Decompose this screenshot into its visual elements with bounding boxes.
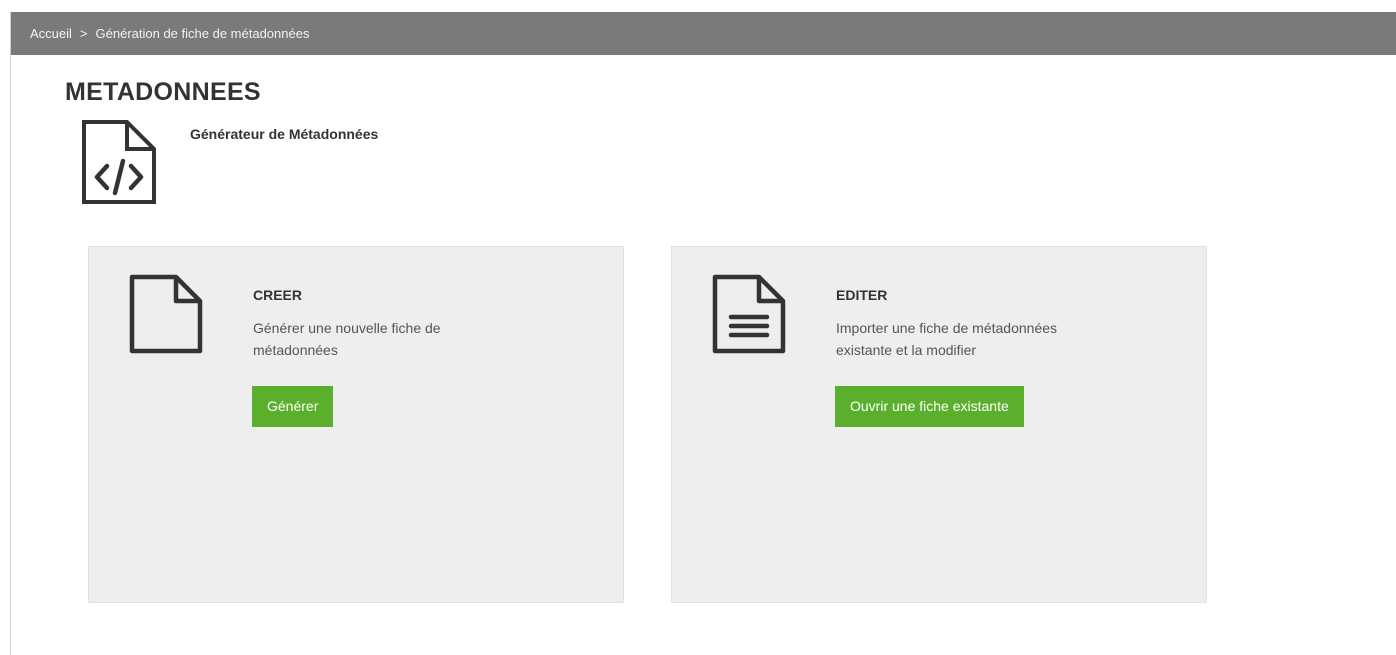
code-file-icon	[82, 120, 156, 204]
page-title: METADONNEES	[65, 78, 261, 106]
create-card-title: CREER	[253, 287, 303, 303]
edit-card-description: Importer une fiche de métadonnées exista…	[836, 320, 1058, 358]
edit-card-title: EDITER	[836, 287, 888, 303]
text-file-icon	[712, 274, 786, 354]
edit-card: EDITER Importer une fiche de métadonnées…	[671, 246, 1207, 603]
breadcrumb: Accueil > Génération de fiche de métadon…	[11, 12, 1396, 55]
breadcrumb-separator: >	[79, 26, 88, 41]
breadcrumb-home-link[interactable]: Accueil	[30, 26, 72, 41]
page-frame: Accueil > Génération de fiche de métadon…	[10, 12, 1396, 655]
open-existing-button[interactable]: Ouvrir une fiche existante	[835, 386, 1024, 427]
app-subtitle: Générateur de Métadonnées	[190, 126, 379, 142]
breadcrumb-current: Génération de fiche de métadonnées	[95, 26, 310, 41]
blank-file-icon	[129, 274, 203, 354]
generate-button[interactable]: Générer	[252, 386, 334, 427]
create-card-description: Générer une nouvelle fiche de métadonnée…	[253, 320, 441, 358]
create-card: CREER Générer une nouvelle fiche de méta…	[88, 246, 624, 603]
